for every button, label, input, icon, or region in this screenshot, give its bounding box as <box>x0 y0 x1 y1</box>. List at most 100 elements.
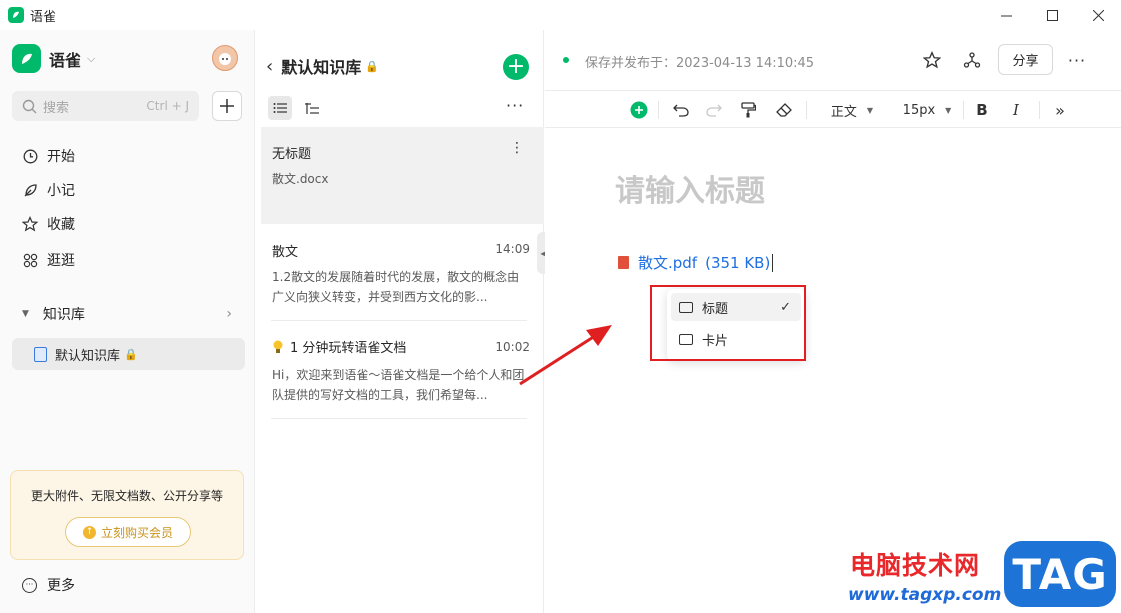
doc-title: 1 分钟玩转语雀文档 <box>290 341 407 356</box>
avatar[interactable] <box>212 45 238 71</box>
kebab-icon[interactable]: ⋮ <box>510 140 524 156</box>
maximize-icon[interactable] <box>1029 0 1075 30</box>
caret-down-icon: ▼ <box>866 105 874 115</box>
list-view-icon[interactable] <box>268 96 292 120</box>
sidebar: 语雀 ⌵ 搜索 Ctrl + J 开始 小记 收藏 逛逛 ▼ 知识库 › 默认知… <box>0 30 255 613</box>
doc-list-item[interactable]: 无标题 ⋮ 散文.docx <box>261 127 544 224</box>
more-circle-icon: ··· <box>22 577 37 593</box>
window-title: 语雀 <box>30 9 57 25</box>
search-shortcut: Ctrl + J <box>146 99 189 113</box>
doc-list-item[interactable]: 1 分钟玩转语雀文档 10:02 Hi，欢迎来到语雀～语雀文档是一个给个人和团队… <box>261 333 544 413</box>
doc-list-item[interactable]: 散文 14:09 1.2散文的发展随着时代的发展，散文的概念由广义向狭义转变，并… <box>261 235 544 315</box>
more-menu[interactable]: ··· 更多 <box>22 575 75 595</box>
knowledge-section-label: 知识库 <box>42 307 85 323</box>
doc-title-input[interactable]: 请输入标题 <box>615 166 765 210</box>
search-placeholder: 搜索 <box>43 100 70 116</box>
doc-snippet: 散文.docx <box>272 172 329 186</box>
save-status: 保存并发布于：2023-04-13 14:10:45 <box>585 56 815 71</box>
share-network-icon[interactable] <box>960 48 984 72</box>
lightbulb-icon <box>273 340 283 353</box>
tree-view-icon[interactable] <box>300 96 324 120</box>
yuque-logo-icon <box>12 44 41 73</box>
sidebar-item-default-kb[interactable]: 默认知识库 🔒 <box>12 338 245 370</box>
upgrade-promo: 更大附件、无限文档数、公开分享等 ↑ 立刻购买会员 <box>10 470 244 560</box>
more-icon[interactable]: ··· <box>506 96 524 115</box>
divider <box>271 418 527 419</box>
text-cursor <box>772 253 774 272</box>
minimize-icon[interactable] <box>983 0 1029 30</box>
italic-button[interactable]: I <box>1007 99 1025 121</box>
window-titlebar: 语雀 <box>0 0 1121 30</box>
sidebar-item-label: 逛逛 <box>47 253 75 269</box>
saved-status-dot <box>563 57 569 63</box>
attachment-size: (351 KB) <box>705 253 771 272</box>
clock-icon <box>22 148 38 164</box>
double-chevron-right-icon[interactable]: » <box>1050 99 1070 121</box>
close-icon[interactable] <box>1075 0 1121 30</box>
watermark-url: www.tagxp.com <box>848 585 1002 605</box>
app-logo-icon <box>8 7 24 23</box>
watermark-tag-badge: TAG <box>1004 541 1116 607</box>
doc-time: 14:09 <box>495 242 530 256</box>
doc-snippet: 1.2散文的发展随着时代的发展，散文的概念由广义向狭义转变，并受到西方文化的影.… <box>272 270 520 304</box>
buy-membership-label: 立刻购买会员 <box>100 525 173 540</box>
arrow-up-coin-icon: ↑ <box>82 525 96 539</box>
book-icon <box>34 346 47 362</box>
editor-toolbar: 正文 ▼ 15px ▼ B I » <box>545 90 1121 128</box>
lock-icon: 🔒 <box>365 59 379 73</box>
sidebar-item-favorites[interactable]: 收藏 <box>12 208 244 240</box>
kb-title: 默认知识库 <box>281 58 362 77</box>
paragraph-style-value: 正文 <box>830 104 857 120</box>
doc-title-row: 1 分钟玩转语雀文档 <box>272 337 406 356</box>
brand-name: 语雀 <box>49 50 82 70</box>
knowledge-section-header[interactable]: ▼ 知识库 › <box>12 298 244 330</box>
bold-button[interactable]: B <box>973 99 991 121</box>
doc-snippet: Hi，欢迎来到语雀～语雀文档是一个给个人和团队提供的写好文档的工具，我们希望每.… <box>272 368 525 402</box>
buy-membership-button[interactable]: ↑ 立刻购买会员 <box>65 517 191 547</box>
chevron-right-icon[interactable]: › <box>226 306 232 322</box>
doc-time: 10:02 <box>495 340 530 354</box>
star-icon[interactable] <box>920 48 944 72</box>
star-icon <box>22 216 38 232</box>
grid-icon <box>22 252 38 268</box>
annotation-highlight-box <box>650 285 806 361</box>
sidebar-item-label: 收藏 <box>47 217 75 233</box>
eraser-icon[interactable] <box>774 99 794 121</box>
more-icon[interactable]: ··· <box>1065 48 1089 72</box>
search-icon <box>22 99 37 113</box>
more-label: 更多 <box>47 578 75 594</box>
sidebar-item-label: 小记 <box>47 183 75 199</box>
lock-icon: 🔒 <box>124 347 138 361</box>
insert-icon[interactable] <box>629 99 649 121</box>
back-chevron-icon[interactable]: ‹ <box>266 56 273 77</box>
sidebar-item-notes[interactable]: 小记 <box>12 174 244 206</box>
promo-text: 更大附件、无限文档数、公开分享等 <box>30 489 223 503</box>
pdf-file-icon <box>618 256 629 269</box>
editor-pane: 保存并发布于：2023-04-13 14:10:45 分享 ··· 正文 ▼ 1… <box>545 30 1121 613</box>
watermark-site-name: 电脑技术网 <box>850 551 981 580</box>
format-painter-icon[interactable] <box>738 99 758 121</box>
attachment-link[interactable]: 散文.pdf (351 KB) <box>618 252 774 273</box>
paragraph-style-select[interactable]: 正文 ▼ <box>823 99 881 121</box>
doc-list-panel: ‹ 默认知识库 🔒 + ··· 无标题 ⋮ 散文.docx 散文 14:09 1… <box>256 30 544 613</box>
doc-title: 无标题 <box>272 147 312 162</box>
add-button[interactable] <box>212 91 242 121</box>
attachment-name: 散文.pdf <box>638 254 698 272</box>
new-doc-button[interactable]: + <box>503 54 529 80</box>
divider <box>271 320 527 321</box>
redo-icon[interactable] <box>704 99 724 121</box>
share-button[interactable]: 分享 <box>998 44 1053 75</box>
kb-label: 默认知识库 <box>55 348 121 364</box>
triangle-down-icon: ▼ <box>22 309 29 319</box>
sidebar-item-start[interactable]: 开始 <box>12 140 244 172</box>
search-input[interactable]: 搜索 Ctrl + J <box>12 91 199 121</box>
chevron-down-icon: ⌵ <box>87 51 96 65</box>
font-size-value: 15px <box>902 102 936 118</box>
feather-icon <box>22 182 38 198</box>
plus-icon <box>220 99 234 113</box>
sidebar-item-explore[interactable]: 逛逛 <box>12 244 244 276</box>
caret-down-icon: ▼ <box>945 105 952 115</box>
undo-icon[interactable] <box>671 99 691 121</box>
font-size-select[interactable]: 15px ▼ <box>899 99 955 121</box>
brand-switcher[interactable]: 语雀 ⌵ <box>12 44 95 73</box>
